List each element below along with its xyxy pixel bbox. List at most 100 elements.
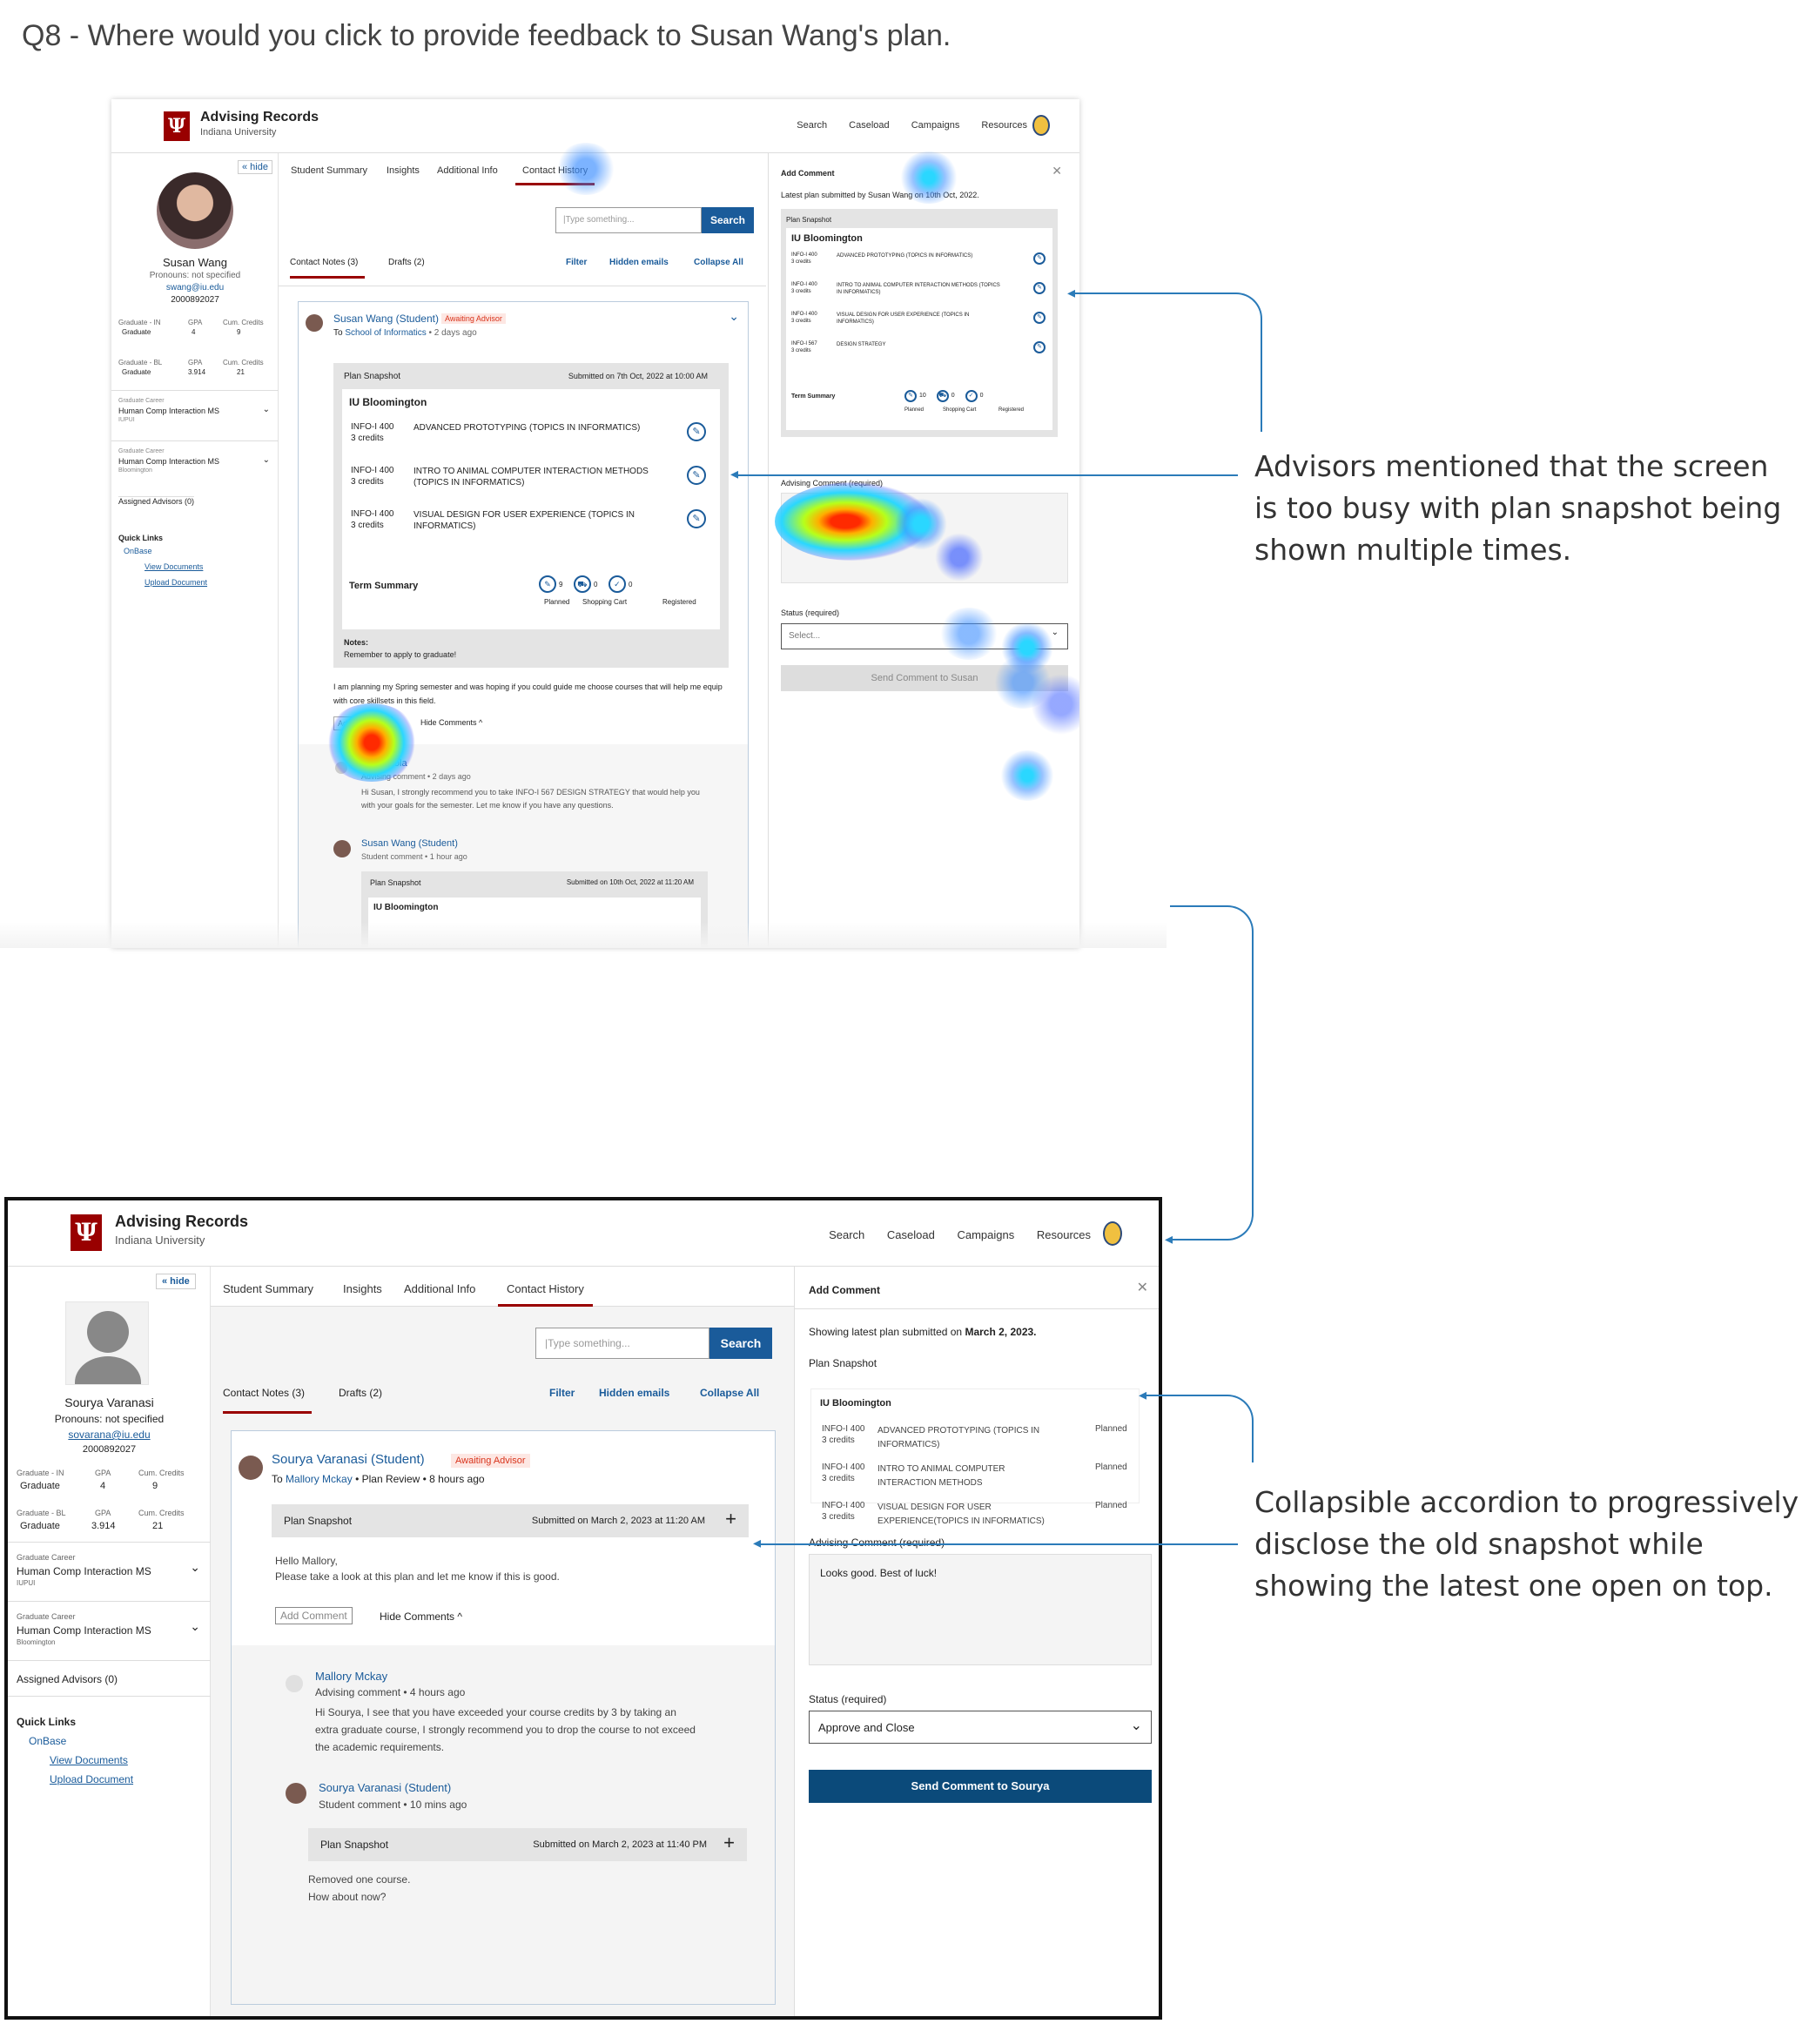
comment-author[interactable]: Kris Nicola xyxy=(361,758,407,769)
bottom-screenshot: Ψ Advising Records Indiana University Se… xyxy=(4,1197,1162,2020)
tab-contact-notes[interactable]: Contact Notes (3) xyxy=(223,1387,313,1414)
add-comment-button[interactable]: Add Comment xyxy=(333,716,393,730)
note-author[interactable]: Sourya Varanasi (Student) xyxy=(272,1452,425,1467)
nav-caseload[interactable]: Caseload xyxy=(849,120,889,131)
recipient-link[interactable]: Mallory Mckay xyxy=(286,1473,353,1485)
career-label: Graduate Career xyxy=(118,398,165,404)
tab-contact-history[interactable]: Contact History xyxy=(498,1282,593,1307)
chevron-down-icon[interactable]: ⌄ xyxy=(729,309,739,324)
nav-resources[interactable]: Resources xyxy=(981,120,1027,131)
student-email[interactable]: sovarana@iu.edu xyxy=(8,1429,211,1441)
tab-drafts[interactable]: Drafts (2) xyxy=(388,258,425,267)
status-select[interactable]: Approve and Close ⌄ xyxy=(809,1711,1152,1744)
filter-link[interactable]: Filter xyxy=(566,258,587,267)
expand-plus-icon[interactable]: + xyxy=(723,1832,735,1854)
advising-comment-label: Advising Comment (required) xyxy=(809,1536,945,1549)
snapshot-title: Plan Snapshot xyxy=(284,1515,353,1527)
search-input[interactable]: |Type something... xyxy=(535,1328,709,1359)
stat-value: 3.914 xyxy=(188,368,206,376)
to-label: To xyxy=(272,1473,283,1485)
onbase-link[interactable]: OnBase xyxy=(124,547,152,555)
expand-plus-icon[interactable]: + xyxy=(725,1508,736,1530)
tab-insights[interactable]: Insights xyxy=(387,165,420,176)
assigned-advisors-row[interactable]: Assigned Advisors (0) xyxy=(8,1660,211,1697)
onbase-link[interactable]: OnBase xyxy=(29,1735,66,1747)
comment-author[interactable]: Susan Wang (Student) xyxy=(361,838,458,849)
career-dropdown[interactable]: Graduate Career Human Comp Interaction M… xyxy=(111,440,279,489)
tab-student-summary[interactable]: Student Summary xyxy=(223,1282,313,1295)
hide-sidebar-button[interactable]: « hide xyxy=(238,160,272,174)
hidden-emails-link[interactable]: Hidden emails xyxy=(599,1387,669,1399)
campus-title: IU Bloomington xyxy=(820,1398,891,1409)
career-dropdown[interactable]: Graduate Career Human Comp Interaction M… xyxy=(8,1542,211,1599)
recipient-link[interactable]: School of Informatics xyxy=(345,328,426,338)
comment-author[interactable]: Mallory Mckay xyxy=(315,1670,387,1683)
tab-drafts[interactable]: Drafts (2) xyxy=(339,1387,382,1399)
search-input[interactable]: |Type something... xyxy=(555,207,702,233)
user-avatar-icon[interactable] xyxy=(1032,115,1050,136)
tab-additional-info[interactable]: Additional Info xyxy=(437,165,498,176)
stat-label: Cum. Credits xyxy=(223,319,264,326)
hidden-emails-link[interactable]: Hidden emails xyxy=(609,258,669,267)
cart-count: 0 xyxy=(593,581,598,588)
filter-link[interactable]: Filter xyxy=(549,1387,575,1399)
career-dropdown[interactable]: Graduate Career Human Comp Interaction M… xyxy=(8,1601,211,1658)
upload-document-link[interactable]: Upload Document xyxy=(145,578,207,587)
note-author[interactable]: Susan Wang (Student) xyxy=(333,313,439,325)
tab-contact-history[interactable]: Contact History xyxy=(515,165,595,185)
view-documents-link[interactable]: View Documents xyxy=(145,562,203,571)
snapshot-date: Submitted on March 2, 2023 at 11:20 AM xyxy=(531,1516,705,1526)
edit-course-icon[interactable]: ✎ xyxy=(1033,312,1046,324)
edit-course-icon[interactable]: ✎ xyxy=(1033,252,1046,265)
search-button[interactable]: Search xyxy=(702,207,754,233)
advising-comment-label: Advising Comment (required) xyxy=(781,479,884,487)
nav-caseload[interactable]: Caseload xyxy=(887,1228,935,1241)
comment-author[interactable]: Sourya Varanasi (Student) xyxy=(319,1781,451,1794)
hide-comments-toggle[interactable]: Hide Comments ^ xyxy=(380,1610,462,1623)
tab-contact-notes[interactable]: Contact Notes (3) xyxy=(290,258,366,279)
stat-value: 4 xyxy=(100,1481,106,1491)
course-name: INTRO TO ANIMAL COMPUTER INTERACTION MET… xyxy=(837,283,1000,295)
user-avatar-icon[interactable] xyxy=(1103,1221,1122,1246)
edit-course-icon[interactable]: ✎ xyxy=(1033,282,1046,294)
edit-course-icon[interactable]: ✎ xyxy=(1033,341,1046,353)
assigned-advisors[interactable]: Assigned Advisors (0) xyxy=(118,496,195,506)
student-email[interactable]: swang@iu.edu xyxy=(111,283,279,292)
tab-insights[interactable]: Insights xyxy=(343,1282,382,1295)
nav-campaigns[interactable]: Campaigns xyxy=(957,1228,1014,1241)
advising-comment-textarea[interactable] xyxy=(781,493,1068,583)
top-nav: Search Caseload Campaigns Resources xyxy=(810,1228,1091,1241)
arrow-head-icon: ◂ xyxy=(1165,1230,1173,1247)
avatar xyxy=(333,840,351,857)
plan-snapshot-accordion[interactable]: Plan Snapshot Submitted on March 2, 2023… xyxy=(272,1504,749,1537)
add-comment-button[interactable]: Add Comment xyxy=(275,1607,353,1624)
collapse-all-link[interactable]: Collapse All xyxy=(694,258,743,267)
career-dropdown[interactable]: Graduate Career Human Comp Interaction M… xyxy=(111,390,279,439)
nav-campaigns[interactable]: Campaigns xyxy=(911,120,960,131)
nav-search[interactable]: Search xyxy=(797,120,827,131)
stat-label: GPA xyxy=(188,359,203,366)
edit-course-icon[interactable]: ✎ xyxy=(687,509,706,528)
app-header: Ψ Advising Records Indiana University Se… xyxy=(8,1200,1159,1267)
hide-comments-toggle[interactable]: Hide Comments ^ xyxy=(420,718,482,727)
edit-course-icon[interactable]: ✎ xyxy=(687,422,706,441)
view-documents-link[interactable]: View Documents xyxy=(50,1754,128,1766)
chevron-down-icon: ⌄ xyxy=(190,1560,200,1574)
send-comment-button[interactable]: Send Comment to Sourya xyxy=(809,1770,1152,1803)
close-icon[interactable]: ✕ xyxy=(1052,164,1062,178)
nav-resources[interactable]: Resources xyxy=(1037,1228,1091,1241)
hide-sidebar-button[interactable]: « hide xyxy=(156,1274,196,1289)
close-icon[interactable]: ✕ xyxy=(1137,1279,1148,1296)
status-select[interactable]: Select... ⌄ xyxy=(781,623,1068,649)
tab-student-summary[interactable]: Student Summary xyxy=(291,165,367,176)
tab-additional-info[interactable]: Additional Info xyxy=(404,1282,475,1295)
collapse-all-link[interactable]: Collapse All xyxy=(700,1387,759,1399)
search-button[interactable]: Search xyxy=(709,1328,772,1359)
upload-document-link[interactable]: Upload Document xyxy=(50,1773,133,1785)
nav-search[interactable]: Search xyxy=(829,1228,864,1241)
stat-value: Graduate xyxy=(20,1481,60,1491)
edit-course-icon[interactable]: ✎ xyxy=(687,466,706,485)
plan-snapshot-accordion[interactable]: Plan Snapshot Submitted on March 2, 2023… xyxy=(308,1828,747,1861)
send-comment-button[interactable]: Send Comment to Susan xyxy=(781,665,1068,691)
advising-comment-textarea[interactable]: Looks good. Best of luck! xyxy=(809,1554,1152,1665)
